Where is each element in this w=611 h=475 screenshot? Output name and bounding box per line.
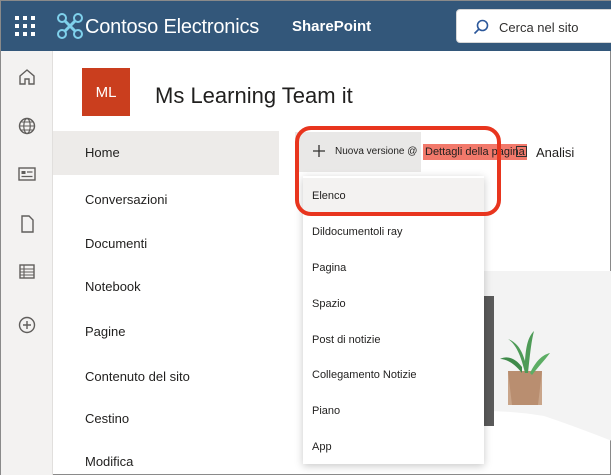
search-icon (473, 19, 489, 35)
app-bar (1, 51, 53, 475)
menu-item-collegamento-notizie[interactable]: Collegamento Notizie (303, 357, 484, 393)
nav-item-notebook[interactable]: Notebook (53, 265, 279, 309)
nav-item-home[interactable]: Home (53, 131, 279, 175)
menu-item-pagina[interactable]: Pagina (303, 250, 484, 286)
search-box[interactable] (456, 9, 611, 43)
nav-item-contenuto-del-sito[interactable]: Contenuto del sito (53, 355, 279, 399)
menu-item-post-di-notizie[interactable]: Post di notizie (303, 322, 484, 358)
site-logo[interactable]: ML (82, 68, 130, 116)
nav-item-documenti[interactable]: Documenti (53, 222, 279, 266)
document-icon[interactable] (17, 214, 37, 234)
menu-item-piano[interactable]: Piano (303, 393, 484, 429)
menu-item-document-library[interactable]: Dildocumentoli ray (303, 214, 484, 250)
list-icon[interactable] (17, 261, 37, 281)
home-icon[interactable] (17, 67, 37, 87)
nav-item-cestino[interactable]: Cestino (53, 397, 279, 441)
suite-header: Contoso Electronics SharePoint (1, 1, 611, 51)
nav-item-pagine[interactable]: Pagine (53, 310, 279, 354)
nav-item-modifica[interactable]: Modifica (53, 440, 279, 475)
analytics-icon (516, 146, 527, 157)
search-input[interactable] (499, 17, 611, 37)
app-name[interactable]: SharePoint (292, 18, 371, 35)
add-icon[interactable] (17, 315, 37, 335)
analytics-button[interactable]: Analisi (536, 145, 574, 160)
globe-icon[interactable] (17, 116, 37, 136)
brand-name[interactable]: Contoso Electronics (85, 16, 259, 39)
nav-item-conversazioni[interactable]: Conversazioni (53, 178, 279, 222)
menu-item-app[interactable]: App (303, 429, 484, 465)
highlight-annotation (295, 126, 501, 216)
left-navigation: Home Conversazioni Documenti Notebook Pa… (53, 131, 279, 475)
news-icon[interactable] (17, 164, 37, 184)
app-launcher-icon[interactable] (15, 16, 35, 36)
contoso-logo-icon (57, 13, 83, 39)
new-menu: Elenco Dildocumentoli ray Pagina Spazio … (303, 176, 484, 464)
menu-item-spazio[interactable]: Spazio (303, 286, 484, 322)
hero-illustration (484, 271, 611, 441)
site-title[interactable]: Ms Learning Team it (155, 83, 353, 109)
